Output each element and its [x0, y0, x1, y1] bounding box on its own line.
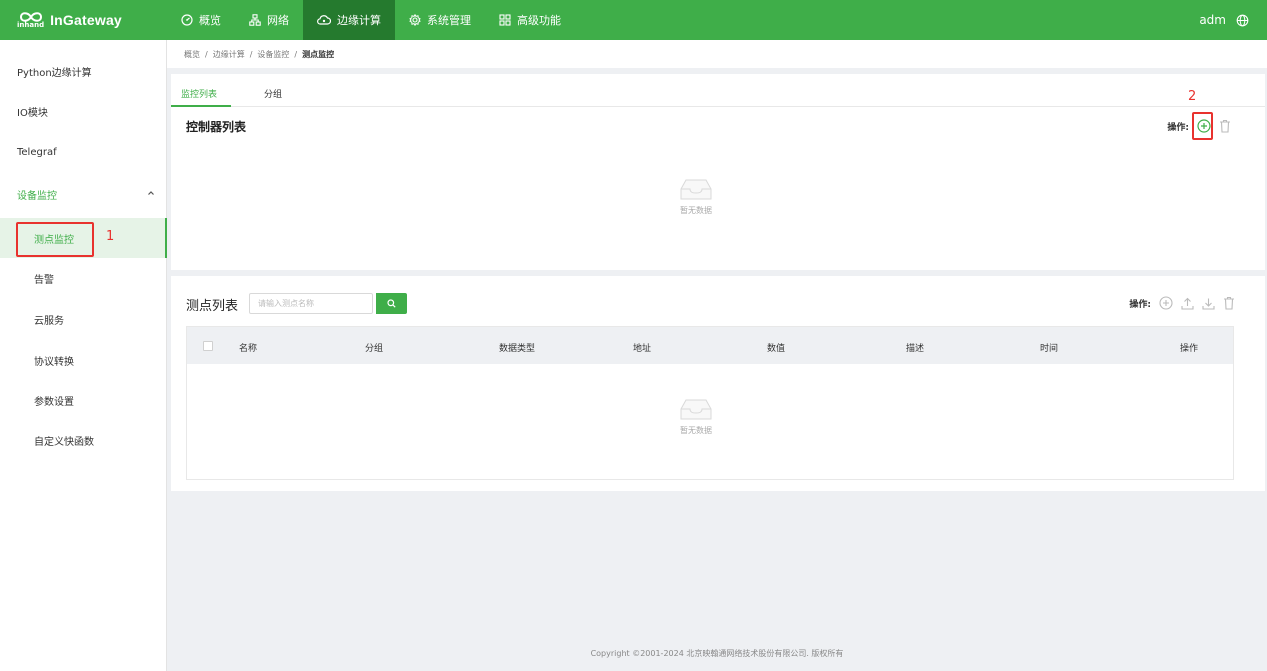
points-list-title: 测点列表 — [186, 299, 239, 314]
sidebar-item-label: Python边缘计算 — [17, 67, 92, 79]
sidebar-item-label: 协议转换 — [34, 356, 74, 368]
sidebar-item-label: 云服务 — [34, 315, 64, 327]
user-name[interactable]: adm — [1199, 13, 1226, 27]
tab-bar: 监控列表 分组 — [171, 74, 1265, 107]
nav-advanced[interactable]: 高级功能 — [485, 0, 575, 40]
nav-label: 边缘计算 — [337, 14, 381, 27]
network-icon — [249, 14, 261, 26]
points-table: 名称 分组 数据类型 地址 数值 描述 时间 操作 暂无数据 — [186, 326, 1234, 480]
column-header-actions: 操作 — [1180, 344, 1199, 354]
inhand-logo-icon: inhand — [17, 11, 44, 29]
controller-list-title: 控制器列表 — [186, 120, 247, 134]
nav-label: 系统管理 — [427, 14, 471, 27]
point-search-input[interactable] — [249, 293, 373, 314]
sidebar-item-python-edge[interactable]: Python边缘计算 — [0, 51, 167, 91]
sidebar-item-io-module[interactable]: IO模块 — [0, 91, 167, 131]
tab-active-indicator — [171, 105, 231, 107]
column-header-name[interactable]: 名称 — [239, 341, 257, 354]
nav-label: 网络 — [267, 14, 289, 27]
sidebar-item-alarm[interactable]: 告警 — [0, 258, 167, 298]
select-all-checkbox[interactable] — [203, 341, 213, 351]
points-panel: 测点列表 操作: 名称 分组 数据类型 地址 数值 描述 时间 操作 暂无数据 — [171, 276, 1265, 491]
column-header-group[interactable]: 分组 — [365, 341, 383, 354]
empty-text: 暂无数据 — [680, 206, 712, 215]
sidebar-group-device-monitor[interactable]: 设备监控 — [0, 174, 167, 214]
sidebar-item-label: Telegraf — [17, 146, 57, 158]
column-header-time[interactable]: 时间 — [1040, 341, 1058, 354]
ops-label: 操作: — [1167, 122, 1189, 133]
breadcrumb-item[interactable]: 设备监控 — [257, 49, 289, 60]
search-button[interactable] — [376, 293, 407, 314]
nav-label: 概览 — [199, 14, 221, 27]
sidebar-item-label: 设备监控 — [17, 190, 57, 202]
controller-panel: 监控列表 分组 控制器列表 操作: 暂无数据 — [171, 74, 1265, 270]
controller-empty-state: 暂无数据 — [679, 177, 713, 216]
breadcrumb-current: 测点监控 — [302, 49, 335, 59]
annotation-number-1: 1 — [106, 229, 115, 244]
sidebar-item-telegraf[interactable]: Telegraf — [0, 132, 167, 172]
breadcrumb-separator: / — [294, 49, 298, 59]
annotation-box-2 — [1192, 112, 1213, 140]
sidebar-item-parameter-settings[interactable]: 参数设置 — [0, 380, 167, 420]
copyright-footer: Copyright ©2001-2024 北京映翰通网络技术股份有限公司. 版权… — [590, 649, 844, 658]
globe-icon[interactable] — [1236, 14, 1249, 27]
sidebar-item-label: IO模块 — [17, 107, 48, 119]
delete-point-icon[interactable] — [1223, 296, 1235, 310]
grid-icon — [499, 14, 511, 26]
empty-inbox-icon — [680, 399, 712, 420]
delete-controller-icon[interactable] — [1219, 119, 1231, 133]
nav-system-management[interactable]: 系统管理 — [395, 0, 485, 40]
annotation-box-1 — [16, 222, 94, 257]
breadcrumb: 概览 / 边缘计算 / 设备监控 / 测点监控 — [167, 40, 1267, 68]
column-header-address[interactable]: 地址 — [633, 341, 651, 354]
brand-logo[interactable]: inhand InGateway — [0, 0, 167, 40]
breadcrumb-separator: / — [205, 49, 208, 59]
points-ops: 操作: — [1129, 296, 1235, 310]
ops-label: 操作: — [1129, 299, 1151, 310]
sidebar-item-label: 自定义快函数 — [34, 436, 94, 448]
sidebar-item-label: 告警 — [34, 274, 54, 286]
nav-overview[interactable]: 概览 — [167, 0, 235, 40]
nav-network[interactable]: 网络 — [235, 0, 303, 40]
sidebar-item-cloud-service[interactable]: 云服务 — [0, 299, 167, 339]
nav-edge-computing[interactable]: 边缘计算 — [303, 0, 395, 40]
download-icon[interactable] — [1202, 297, 1215, 310]
brand-small-text: inhand — [17, 21, 45, 29]
main-nav: 概览 网络 边缘计算 系统管理 高级功能 — [167, 0, 575, 40]
user-area: adm — [1199, 13, 1267, 27]
empty-inbox-icon — [680, 179, 712, 200]
sidebar-item-label: 参数设置 — [34, 396, 74, 408]
breadcrumb-item[interactable]: 概览 — [184, 49, 200, 60]
column-header-value[interactable]: 数值 — [767, 341, 785, 354]
tab-monitor-list[interactable]: 监控列表 — [181, 87, 217, 100]
tab-group[interactable]: 分组 — [264, 87, 282, 100]
breadcrumb-separator: / — [249, 49, 253, 59]
sidebar: Python边缘计算 IO模块 Telegraf 设备监控 测点监控 告警 云服… — [0, 40, 167, 671]
table-header: 名称 分组 数据类型 地址 数值 描述 时间 操作 — [187, 327, 1233, 364]
points-empty-state: 暂无数据 — [679, 397, 713, 436]
nav-label: 高级功能 — [517, 14, 561, 27]
add-point-icon[interactable] — [1159, 296, 1173, 310]
annotation-number-2: 2 — [1188, 89, 1197, 104]
sidebar-item-custom-quick-function[interactable]: 自定义快函数 — [0, 420, 167, 460]
chevron-up-icon — [148, 191, 154, 195]
upload-icon[interactable] — [1181, 297, 1194, 310]
gear-icon — [409, 14, 421, 26]
top-bar: inhand InGateway 概览 网络 边缘计算 系统管理 高级功能 ad… — [0, 0, 1267, 40]
column-header-data-type[interactable]: 数据类型 — [499, 341, 535, 354]
breadcrumb-item[interactable]: 边缘计算 — [213, 49, 245, 60]
cloud-icon — [317, 15, 331, 25]
dashboard-icon — [181, 14, 193, 26]
brand-name: InGateway — [50, 12, 122, 28]
column-header-description[interactable]: 描述 — [906, 341, 924, 354]
search-icon — [387, 299, 396, 308]
empty-text: 暂无数据 — [680, 426, 712, 435]
sidebar-item-protocol-conversion[interactable]: 协议转换 — [0, 340, 167, 380]
